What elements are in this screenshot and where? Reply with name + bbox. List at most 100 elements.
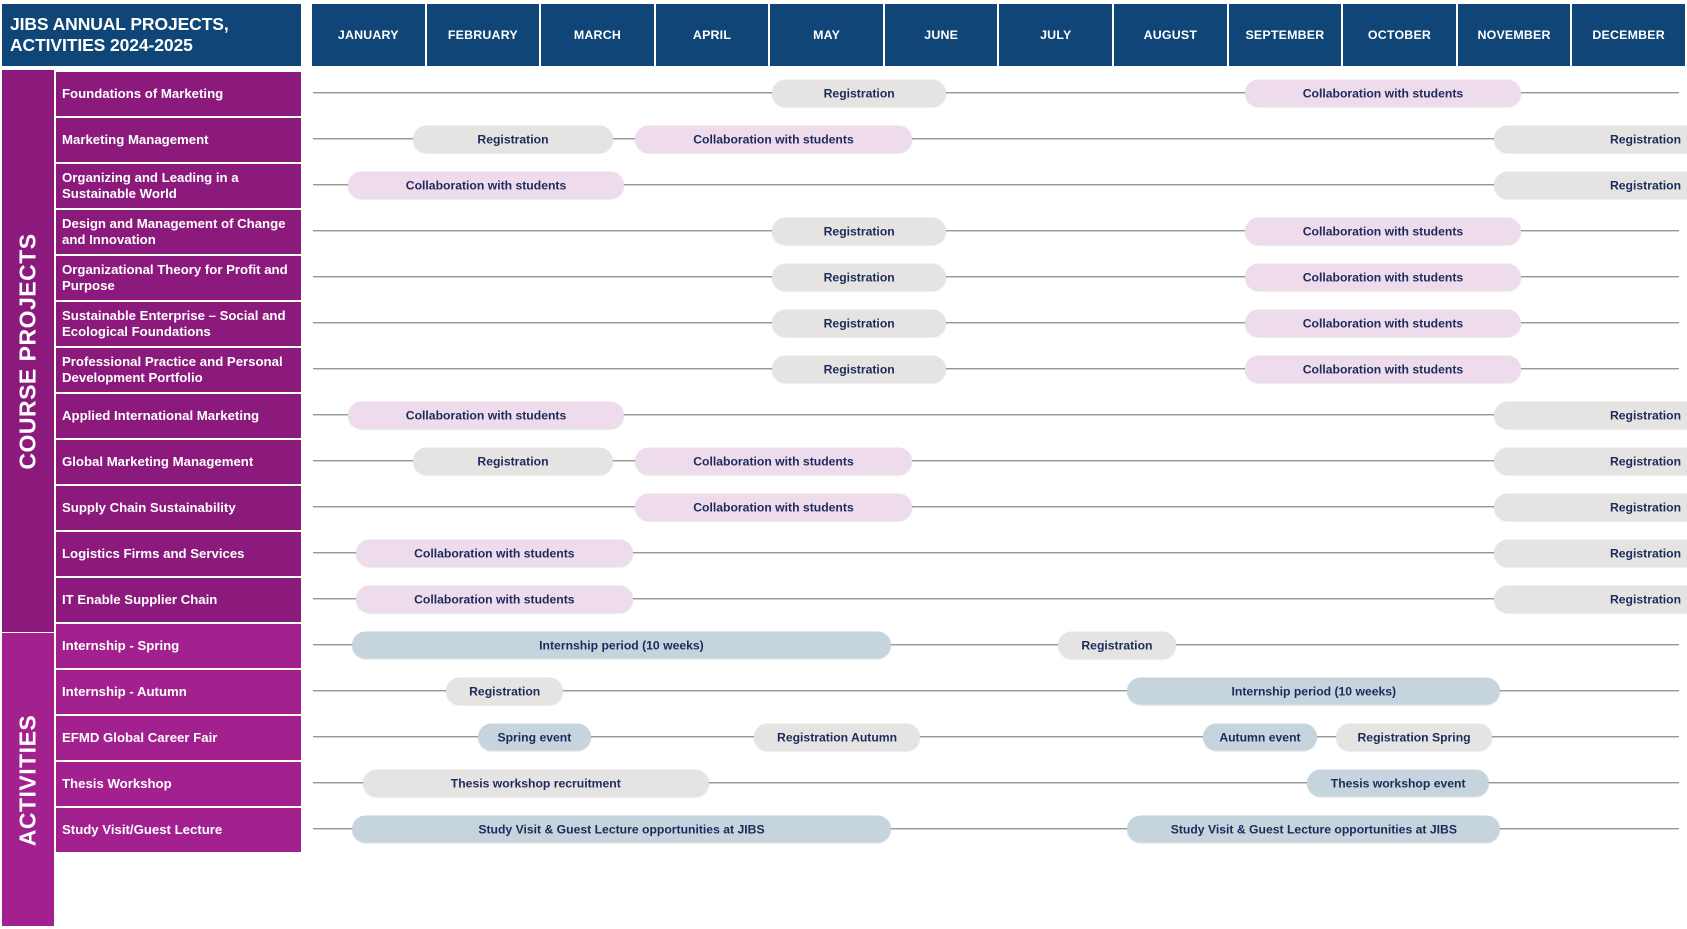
row-track: Registration Collaboration with students (305, 254, 1687, 300)
timeline-bar[interactable]: Collaboration with students (1244, 263, 1522, 291)
timeline-row: IT Enable Supplier Chain Collaboration wi… (56, 576, 1687, 622)
row-label[interactable]: Internship - Spring (56, 622, 301, 668)
row-track: Registration Collaboration with students R… (305, 116, 1687, 162)
month-header-june: JUNE (884, 4, 998, 66)
row-label[interactable]: Organizational Theory for Profit and Pur… (56, 254, 301, 300)
row-track: Registration Internship period (10 weeks) (305, 668, 1687, 714)
row-track: Collaboration with students Registration (305, 162, 1687, 208)
timeline-row: Applied International Marketing Collabora… (56, 392, 1687, 438)
timeline-connector-line (313, 506, 1679, 508)
row-track: Registration Collaboration with students (305, 300, 1687, 346)
month-header-september: SEPTEMBER (1228, 4, 1342, 66)
month-header-november: NOVEMBER (1457, 4, 1571, 66)
page-title-text: JIBS ANNUAL PROJECTS, ACTIVITIES 2024-20… (10, 14, 229, 55)
timeline-row: Supply Chain Sustainability Collaboration… (56, 484, 1687, 530)
row-label[interactable]: Sustainable Enterprise – Social and Ecol… (56, 300, 301, 346)
group-label-activities-text: ACTIVITIES (14, 714, 41, 846)
page-title-line-1: JIBS ANNUAL PROJECTS, (10, 14, 229, 35)
timeline-poster: JIBS ANNUAL PROJECTS, ACTIVITIES 2024-20… (0, 0, 1687, 929)
timeline-bar[interactable]: Internship period (10 weeks) (351, 631, 891, 659)
timeline-bar[interactable]: Registration (1493, 539, 1687, 567)
row-label[interactable]: Foundations of Marketing (56, 70, 301, 116)
row-label[interactable]: Thesis Workshop (56, 760, 301, 806)
timeline-row: Internship - Autumn Registration Internshi… (56, 668, 1687, 714)
row-label[interactable]: IT Enable Supplier Chain (56, 576, 301, 622)
timeline-row: Thesis Workshop Thesis workshop recruitme… (56, 760, 1687, 806)
timeline-row: Sustainable Enterprise – Social and Ecol… (56, 300, 1687, 346)
timeline-bar[interactable]: Registration (412, 447, 614, 475)
month-header-august: AUGUST (1114, 4, 1227, 66)
group-label-activities: ACTIVITIES (2, 633, 54, 927)
month-header-october: OCTOBER (1343, 4, 1456, 66)
row-label[interactable]: Organizing and Leading in a Sustainable … (56, 162, 301, 208)
row-label[interactable]: Marketing Management (56, 116, 301, 162)
timeline-bar[interactable]: Collaboration with students (635, 493, 912, 521)
month-header-december: DECEMBER (1572, 4, 1685, 66)
row-track: Registration Collaboration with students (305, 346, 1687, 392)
row-label[interactable]: Applied International Marketing (56, 392, 301, 438)
timeline-bar[interactable]: Collaboration with students (356, 539, 633, 567)
timeline-bar[interactable]: Registration (1493, 585, 1687, 613)
timeline-bar[interactable]: Registration (772, 355, 947, 383)
month-header-row: JANUARY FEBRUARY MARCH APRIL MAY JUNE JULY AUGU… (312, 4, 1685, 66)
timeline-bar[interactable]: Collaboration with students (347, 401, 625, 429)
row-label[interactable]: Global Marketing Management (56, 438, 301, 484)
timeline-row: Marketing Management Registration Collabor… (56, 116, 1687, 162)
timeline-row: Internship - Spring Internship period (10… (56, 622, 1687, 668)
timeline-bar[interactable]: Registration (1493, 171, 1687, 199)
timeline-bar[interactable]: Registration (772, 263, 947, 291)
timeline-bar[interactable]: Registration (1058, 631, 1176, 659)
timeline-bar[interactable]: Registration (772, 217, 947, 245)
page-title-line-2: ACTIVITIES 2024-2025 (10, 35, 193, 55)
row-label[interactable]: Design and Management of Change and Inno… (56, 208, 301, 254)
timeline-bar[interactable]: Registration (1493, 493, 1687, 521)
timeline-row: Logistics Firms and Services Collaboratio… (56, 530, 1687, 576)
timeline-bar[interactable]: Internship period (10 weeks) (1127, 677, 1501, 705)
timeline-bar[interactable]: Collaboration with students (356, 585, 633, 613)
timeline-bar[interactable]: Registration (1493, 125, 1687, 153)
row-label[interactable]: Internship - Autumn (56, 668, 301, 714)
timeline-bar[interactable]: Study Visit & Guest Lecture opportunitie… (1127, 815, 1501, 843)
timeline-bar[interactable]: Collaboration with students (1244, 217, 1522, 245)
row-track: Spring event Registration Autumn Autumn ev… (305, 714, 1687, 760)
timeline-bar[interactable]: Registration Spring (1335, 723, 1493, 751)
month-header-march: MARCH (541, 4, 654, 66)
row-track: Collaboration with students Registration (305, 576, 1687, 622)
timeline-bar[interactable]: Registration (412, 125, 614, 153)
row-label[interactable]: EFMD Global Career Fair (56, 714, 301, 760)
timeline-bar[interactable]: Registration Autumn (754, 723, 920, 751)
row-label[interactable]: Study Visit/Guest Lecture (56, 806, 301, 852)
month-header-april: APRIL (655, 4, 769, 66)
row-label[interactable]: Supply Chain Sustainability (56, 484, 301, 530)
timeline-bar[interactable]: Study Visit & Guest Lecture opportunitie… (351, 815, 891, 843)
timeline-bar[interactable]: Collaboration with students (1244, 79, 1522, 107)
row-track: Collaboration with students Registration (305, 530, 1687, 576)
timeline-row: Organizational Theory for Profit and Pur… (56, 254, 1687, 300)
timeline-bar[interactable]: Autumn event (1203, 723, 1317, 751)
timeline-bar[interactable]: Collaboration with students (1244, 355, 1522, 383)
page-title: JIBS ANNUAL PROJECTS, ACTIVITIES 2024-20… (2, 4, 301, 66)
group-label-course-projects: COURSE PROJECTS (2, 70, 54, 632)
timeline-row: Organizing and Leading in a Sustainable … (56, 162, 1687, 208)
row-label[interactable]: Logistics Firms and Services (56, 530, 301, 576)
timeline-bar[interactable]: Registration (1493, 401, 1687, 429)
timeline-bar[interactable]: Registration (1493, 447, 1687, 475)
timeline-bar[interactable]: Thesis workshop recruitment (363, 769, 709, 797)
timeline-bar[interactable]: Spring event (477, 723, 592, 751)
timeline-bar[interactable]: Registration (772, 309, 947, 337)
row-track: Collaboration with students Registration (305, 484, 1687, 530)
timeline-row: Study Visit/Guest Lecture Study Visit & G… (56, 806, 1687, 852)
row-label[interactable]: Professional Practice and Personal Devel… (56, 346, 301, 392)
timeline-bar[interactable]: Collaboration with students (1244, 309, 1522, 337)
row-track: Registration Collaboration with students R… (305, 438, 1687, 484)
month-header-january: JANUARY (312, 4, 425, 66)
timeline-bar[interactable]: Registration (445, 677, 564, 705)
timeline-bar[interactable]: Thesis workshop event (1306, 769, 1490, 797)
timeline-bar[interactable]: Registration (772, 79, 947, 107)
timeline-bar[interactable]: Collaboration with students (635, 125, 912, 153)
timeline-row: EFMD Global Career Fair Spring event Regis… (56, 714, 1687, 760)
timeline-bar[interactable]: Collaboration with students (347, 171, 625, 199)
timeline-bar[interactable]: Collaboration with students (635, 447, 912, 475)
month-header-february: FEBRUARY (426, 4, 540, 66)
timeline-row: Design and Management of Change and Inno… (56, 208, 1687, 254)
